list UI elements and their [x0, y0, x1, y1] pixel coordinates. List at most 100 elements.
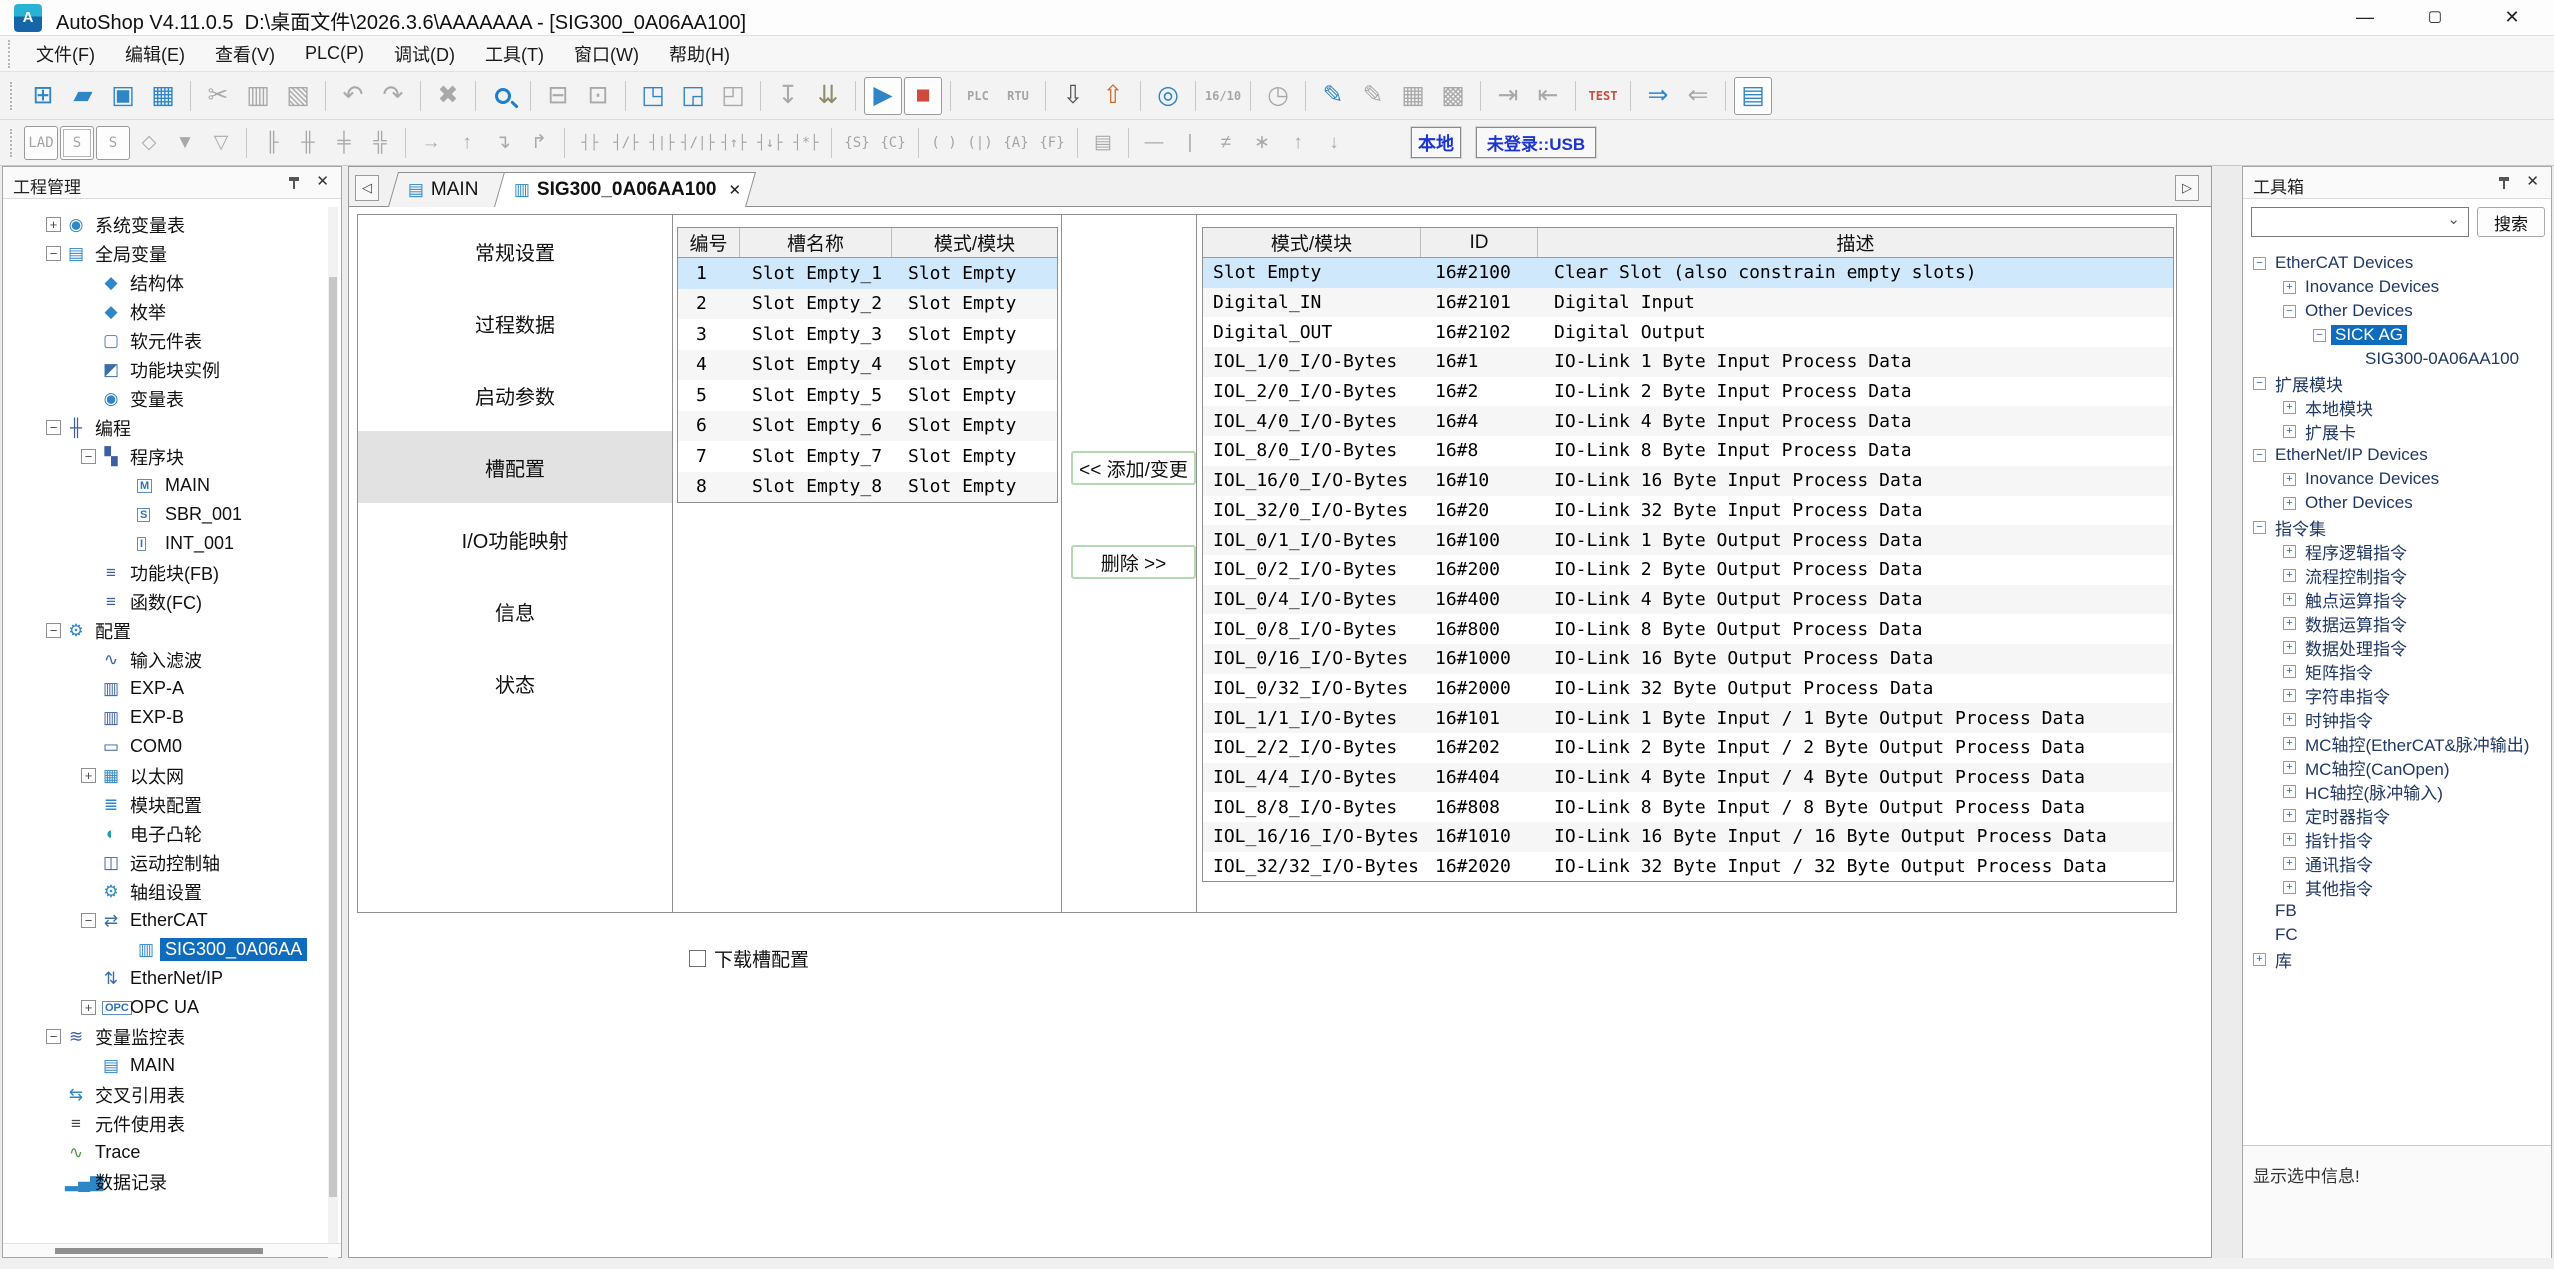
- login-button[interactable]: ⇒: [1639, 77, 1677, 115]
- not-line-button[interactable]: ≠: [1209, 126, 1243, 160]
- module-table-row[interactable]: IOL_0/8_I/O-Bytes16#800IO-Link 8 Byte Ou…: [1203, 614, 2173, 644]
- toolbox-tree-item[interactable]: +程序逻辑指令: [2243, 539, 2543, 563]
- toolbox-tree-item[interactable]: +MC轴控(CanOpen): [2243, 755, 2543, 779]
- redo-button[interactable]: ↷: [374, 77, 412, 115]
- config-nav-selected[interactable]: 槽配置: [358, 431, 672, 503]
- expand-icon[interactable]: +: [2283, 545, 2296, 558]
- module-table-row[interactable]: IOL_0/4_I/O-Bytes16#400IO-Link 4 Byte Ou…: [1203, 585, 2173, 615]
- coil-a-button[interactable]: {A}: [999, 126, 1033, 160]
- expand-icon[interactable]: −: [2253, 257, 2266, 270]
- toolbox-tree-item[interactable]: +定时器指令: [2243, 803, 2543, 827]
- module-table-row[interactable]: IOL_8/8_I/O-Bytes16#808IO-Link 8 Byte In…: [1203, 792, 2173, 822]
- toolbox-tree-item[interactable]: +数据处理指令: [2243, 635, 2543, 659]
- tree-item[interactable]: ▥EXP-B: [3, 703, 321, 732]
- tree-item[interactable]: ≡功能块(FB): [3, 558, 321, 587]
- expand-icon[interactable]: +: [46, 217, 61, 232]
- login-status-button[interactable]: 未登录::USB: [1476, 127, 1596, 158]
- edit-doc-button[interactable]: ✎: [1354, 77, 1392, 115]
- window-config-button[interactable]: ◰: [714, 77, 752, 115]
- undo-button[interactable]: ↶: [334, 77, 372, 115]
- expand-icon[interactable]: +: [2283, 881, 2296, 894]
- copy-button[interactable]: ▥: [239, 77, 277, 115]
- slot-table-row[interactable]: 8Slot Empty_8Slot Empty: [678, 472, 1057, 503]
- coil-inv-button[interactable]: (|): [963, 126, 997, 160]
- expand-icon[interactable]: −: [81, 913, 96, 928]
- trace-clock-button[interactable]: ◷: [1259, 77, 1297, 115]
- tree-item[interactable]: SSBR_001: [3, 500, 321, 529]
- tree-item[interactable]: ◐电子凸轮: [3, 819, 321, 848]
- find-button[interactable]: [484, 77, 522, 115]
- toolbox-tree-item[interactable]: −SICK AG: [2243, 323, 2543, 347]
- expand-icon[interactable]: +: [2283, 665, 2296, 678]
- new-project-button[interactable]: ⊞: [24, 77, 62, 115]
- clear-fragment-button[interactable]: ▩: [1434, 77, 1472, 115]
- tree-item[interactable]: ≡函数(FC): [3, 587, 321, 616]
- tree-item[interactable]: ◩功能块实例: [3, 355, 321, 384]
- save-all-button[interactable]: ▦: [144, 77, 182, 115]
- expand-icon[interactable]: +: [2253, 953, 2266, 966]
- expand-icon[interactable]: −: [81, 449, 96, 464]
- expand-icon[interactable]: +: [2283, 401, 2296, 414]
- branch-open-button[interactable]: ╟: [255, 126, 289, 160]
- expand-icon[interactable]: −: [2253, 377, 2266, 390]
- close-icon[interactable]: ✕: [2526, 172, 2539, 190]
- hline-button[interactable]: —: [1137, 126, 1171, 160]
- remove-row-button[interactable]: ⇤: [1529, 77, 1567, 115]
- config-nav-item[interactable]: 过程数据: [358, 287, 672, 359]
- coil-set-button[interactable]: {S}: [840, 126, 874, 160]
- tree-item[interactable]: MMAIN: [3, 471, 321, 500]
- scrollbar-thumb[interactable]: [329, 277, 337, 1197]
- sfc-block-button[interactable]: S: [96, 126, 130, 160]
- branch-parallel-button[interactable]: ╪: [327, 126, 361, 160]
- down-line-button[interactable]: ↓: [1317, 126, 1351, 160]
- slot-table-row[interactable]: 4Slot Empty_4Slot Empty: [678, 350, 1057, 381]
- module-table-row[interactable]: Digital_OUT16#2102Digital Output: [1203, 317, 2173, 347]
- tree-item[interactable]: ≡元件使用表: [3, 1109, 321, 1138]
- module-table-row[interactable]: IOL_8/0_I/O-Bytes16#8IO-Link 8 Byte Inpu…: [1203, 436, 2173, 466]
- add-change-button[interactable]: << 添加/变更: [1071, 451, 1196, 485]
- menu-item-plcp[interactable]: PLC(P): [290, 39, 379, 68]
- tab-scroll-left-button[interactable]: ◁: [355, 175, 379, 201]
- project-tree-hscrollbar[interactable]: [3, 1243, 341, 1257]
- step-filled-button[interactable]: ▼: [168, 126, 202, 160]
- import-list-button[interactable]: ↧: [769, 77, 807, 115]
- module-table-row[interactable]: IOL_32/32_I/O-Bytes16#2020IO-Link 32 Byt…: [1203, 852, 2173, 882]
- tree-item[interactable]: ◆结构体: [3, 268, 321, 297]
- upload-plc-button[interactable]: ⇧: [1094, 77, 1132, 115]
- tree-item[interactable]: +OPCOPC UA: [3, 993, 321, 1022]
- project-tree-scrollbar[interactable]: [328, 207, 338, 1269]
- rtu-mode-button[interactable]: RTU: [999, 77, 1037, 115]
- module-table-row[interactable]: IOL_2/0_I/O-Bytes16#2IO-Link 2 Byte Inpu…: [1203, 377, 2173, 407]
- tab-sig300-device[interactable]: ▥ SIG300_0A06AA100 ✕: [494, 172, 756, 207]
- toolbox-tree-item[interactable]: +指针指令: [2243, 827, 2543, 851]
- expand-icon[interactable]: +: [2283, 761, 2296, 774]
- module-table-row[interactable]: IOL_16/16_I/O-Bytes16#1010IO-Link 16 Byt…: [1203, 822, 2173, 852]
- tree-item[interactable]: IINT_001: [3, 529, 321, 558]
- tree-item[interactable]: ≣模块配置: [3, 790, 321, 819]
- contact-any-button[interactable]: ┤*├: [789, 126, 823, 160]
- line-right-button[interactable]: →: [414, 126, 448, 160]
- module-table-row[interactable]: IOL_4/4_I/O-Bytes16#404IO-Link 4 Byte In…: [1203, 763, 2173, 793]
- expand-icon[interactable]: +: [2283, 617, 2296, 630]
- module-table-row[interactable]: IOL_0/2_I/O-Bytes16#200IO-Link 2 Byte Ou…: [1203, 555, 2173, 585]
- slot-table-row[interactable]: 2Slot Empty_2Slot Empty: [678, 289, 1057, 320]
- contact-no-button[interactable]: ┤├: [573, 126, 607, 160]
- toolbox-tree-item[interactable]: −扩展模块: [2243, 371, 2543, 395]
- save-button[interactable]: ▣: [104, 77, 142, 115]
- module-table-row[interactable]: IOL_1/1_I/O-Bytes16#101IO-Link 1 Byte In…: [1203, 703, 2173, 733]
- tab-main[interactable]: ▤ MAIN: [388, 172, 506, 207]
- tree-item[interactable]: ▢软元件表: [3, 326, 321, 355]
- tree-item[interactable]: ⇅EtherNet/IP: [3, 964, 321, 993]
- pin-icon[interactable]: [285, 174, 303, 192]
- module-table-row[interactable]: IOL_4/0_I/O-Bytes16#4IO-Link 4 Byte Inpu…: [1203, 406, 2173, 436]
- tab-scroll-right-button[interactable]: ▷: [2175, 175, 2199, 201]
- contact-node-button[interactable]: ◇: [132, 126, 166, 160]
- menu-item-v[interactable]: 查看(V): [200, 37, 290, 71]
- expand-icon[interactable]: +: [2283, 641, 2296, 654]
- contact-nc2-button[interactable]: ┤/|├: [681, 126, 715, 160]
- print-preview-button[interactable]: ⊟: [539, 77, 577, 115]
- menu-item-e[interactable]: 编辑(E): [110, 37, 200, 71]
- expand-icon[interactable]: +: [2283, 809, 2296, 822]
- pin-icon[interactable]: [2495, 174, 2513, 192]
- line-corner-down-button[interactable]: ↴: [486, 126, 520, 160]
